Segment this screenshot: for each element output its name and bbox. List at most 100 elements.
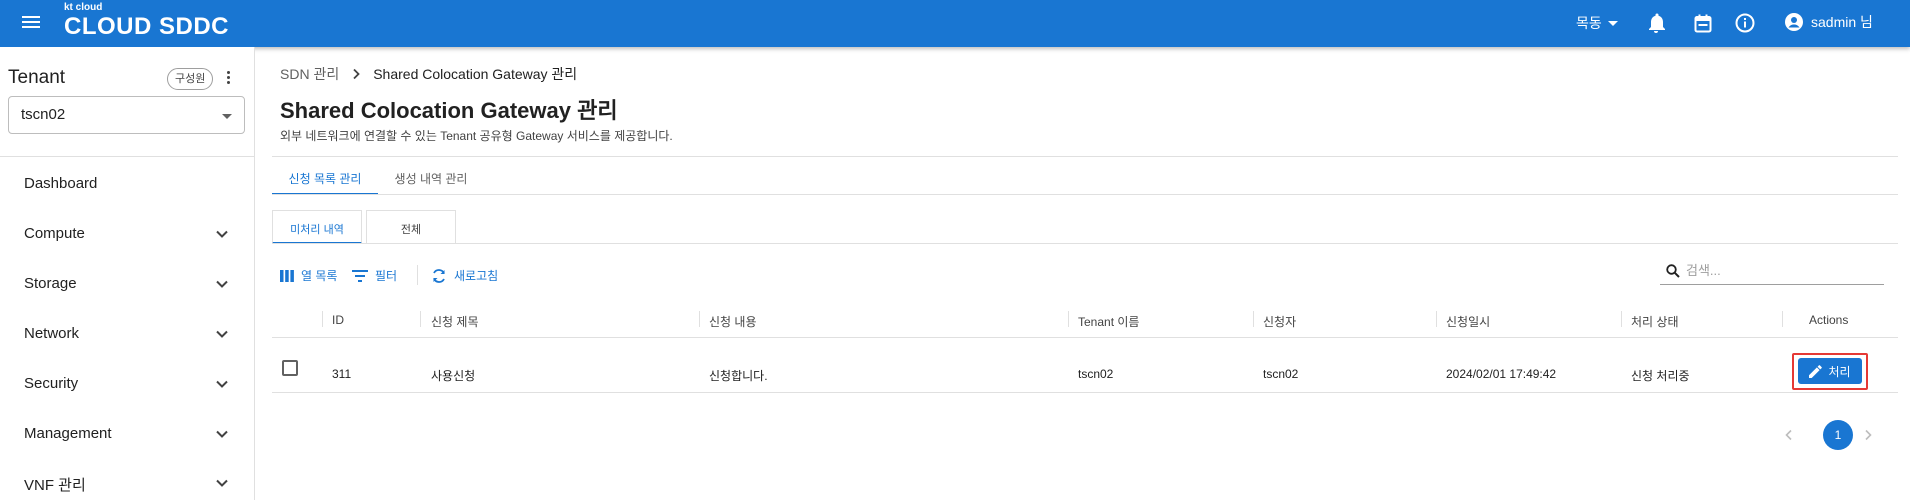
user-name: sadmin 님 bbox=[1811, 14, 1873, 30]
column-separator bbox=[1782, 311, 1783, 327]
refresh-label: 새로고침 bbox=[454, 269, 499, 283]
cell-content: 신청합니다. bbox=[709, 369, 768, 383]
process-button[interactable]: 처리 bbox=[1798, 358, 1862, 384]
breadcrumb-parent[interactable]: SDN 관리 bbox=[280, 64, 339, 84]
column-separator bbox=[699, 311, 700, 327]
column-header-id[interactable]: ID bbox=[332, 313, 344, 327]
row-checkbox[interactable] bbox=[282, 360, 298, 376]
view-column-icon bbox=[280, 269, 294, 282]
cell-id: 311 bbox=[332, 367, 352, 381]
refresh-button[interactable]: 새로고침 bbox=[431, 267, 498, 284]
filter-icon bbox=[352, 269, 368, 282]
search-input[interactable] bbox=[1686, 263, 1866, 278]
subtab-unprocessed[interactable]: 미처리 내역 bbox=[272, 210, 362, 244]
sidebar-item-label: Security bbox=[24, 375, 79, 392]
divider bbox=[272, 194, 1898, 195]
sidebar-item-vnf[interactable]: VNF 관리 bbox=[0, 463, 254, 503]
chevron-down-icon bbox=[216, 380, 228, 388]
columns-label: 열 목록 bbox=[301, 269, 338, 283]
search-field[interactable] bbox=[1660, 257, 1884, 285]
account-icon bbox=[1785, 13, 1803, 31]
toolbar-separator bbox=[417, 265, 418, 285]
caret-down-icon bbox=[222, 114, 232, 119]
sidebar-item-security[interactable]: Security bbox=[0, 364, 254, 404]
filter-label: 필터 bbox=[375, 269, 398, 283]
chevron-right-icon bbox=[353, 68, 360, 80]
sidebar-item-label: Dashboard bbox=[24, 175, 98, 192]
more-vert-icon[interactable] bbox=[224, 70, 232, 88]
tenant-title: Tenant bbox=[8, 67, 66, 88]
chevron-left-icon[interactable] bbox=[1782, 428, 1796, 442]
table-row-divider bbox=[272, 392, 1898, 393]
column-header-date[interactable]: 신청일시 bbox=[1446, 313, 1490, 330]
cell-status: 신청 처리중 bbox=[1631, 369, 1690, 383]
tenant-select-value: tscn02 bbox=[21, 106, 66, 123]
filter-button[interactable]: 필터 bbox=[352, 267, 397, 284]
sidebar-item-label: VNF 관리 bbox=[24, 477, 86, 494]
user-menu[interactable]: sadmin 님 bbox=[1785, 12, 1873, 32]
table-header-divider bbox=[272, 337, 1898, 338]
cell-title: 사용신청 bbox=[431, 369, 476, 383]
column-separator bbox=[420, 311, 421, 327]
sidebar-item-network[interactable]: Network bbox=[0, 314, 254, 354]
region-label: 목동 bbox=[1576, 15, 1602, 31]
chevron-down-icon bbox=[216, 430, 228, 438]
chevron-down-icon bbox=[216, 479, 228, 487]
sidebar-item-label: Storage bbox=[24, 275, 77, 292]
column-separator bbox=[1436, 311, 1437, 327]
chevron-down-icon bbox=[216, 230, 228, 238]
divider bbox=[272, 243, 1898, 244]
column-header-actions: Actions bbox=[1809, 313, 1849, 327]
sidebar-item-dashboard[interactable]: Dashboard bbox=[0, 164, 254, 204]
sidebar-item-compute[interactable]: Compute bbox=[0, 214, 254, 254]
divider bbox=[272, 156, 1898, 157]
edit-icon bbox=[1809, 364, 1823, 378]
app-logo[interactable]: kt cloud CLOUD SDDC bbox=[64, 2, 229, 40]
page-title: Shared Colocation Gateway 관리 bbox=[280, 98, 618, 123]
main-content: SDN 관리 Shared Colocation Gateway 관리 Shar… bbox=[256, 47, 1910, 500]
sidebar-item-label: Management bbox=[24, 425, 112, 442]
sidebar: Tenant 구성원 tscn02 Dashboard Compute Stor… bbox=[0, 47, 255, 500]
refresh-icon bbox=[433, 268, 445, 283]
sidebar-item-label: Compute bbox=[24, 225, 85, 242]
top-app-bar: kt cloud CLOUD SDDC 목동 sadmin 님 bbox=[0, 0, 1910, 47]
chevron-down-icon bbox=[216, 280, 228, 288]
sidebar-item-management[interactable]: Management bbox=[0, 414, 254, 454]
info-icon[interactable] bbox=[1734, 12, 1756, 34]
logo-title: CLOUD SDDC bbox=[64, 13, 229, 40]
column-header-title[interactable]: 신청 제목 bbox=[431, 313, 479, 330]
page-description: 외부 네트워크에 연결할 수 있는 Tenant 공유형 Gateway 서비스… bbox=[280, 129, 673, 143]
chevron-down-icon bbox=[216, 330, 228, 338]
tab-request-list[interactable]: 신청 목록 관리 bbox=[272, 158, 378, 195]
column-header-content[interactable]: 신청 내용 bbox=[709, 313, 757, 330]
sidebar-item-storage[interactable]: Storage bbox=[0, 264, 254, 304]
column-separator bbox=[1068, 311, 1069, 327]
menu-icon[interactable] bbox=[20, 13, 42, 33]
subtab-all[interactable]: 전체 bbox=[366, 210, 456, 244]
cell-date: 2024/02/01 17:49:42 bbox=[1446, 367, 1557, 381]
column-header-applicant[interactable]: 신청자 bbox=[1263, 313, 1296, 330]
column-header-status[interactable]: 처리 상태 bbox=[1631, 313, 1679, 330]
search-icon bbox=[1666, 263, 1680, 278]
sidebar-divider bbox=[0, 156, 255, 157]
bell-icon[interactable] bbox=[1645, 12, 1667, 34]
breadcrumb: SDN 관리 Shared Colocation Gateway 관리 bbox=[280, 64, 577, 84]
column-separator bbox=[322, 311, 323, 327]
chevron-right-icon[interactable] bbox=[1861, 428, 1875, 442]
page-button-current[interactable]: 1 bbox=[1823, 420, 1853, 450]
columns-button[interactable]: 열 목록 bbox=[280, 267, 337, 284]
caret-down-icon bbox=[1607, 20, 1618, 26]
region-selector[interactable]: 목동 bbox=[1576, 13, 1618, 33]
breadcrumb-current: Shared Colocation Gateway 관리 bbox=[373, 66, 578, 82]
tab-creation-history[interactable]: 생성 내역 관리 bbox=[378, 158, 484, 195]
column-separator bbox=[1253, 311, 1254, 327]
column-header-tenant[interactable]: Tenant 이름 bbox=[1078, 313, 1139, 330]
tenant-select[interactable]: tscn02 bbox=[8, 96, 245, 134]
cell-tenant: tscn02 bbox=[1078, 367, 1114, 381]
process-button-label: 처리 bbox=[1828, 364, 1851, 379]
cell-applicant: tscn02 bbox=[1263, 367, 1299, 381]
member-chip[interactable]: 구성원 bbox=[167, 68, 214, 90]
calendar-icon[interactable] bbox=[1692, 12, 1714, 34]
column-separator bbox=[1621, 311, 1622, 327]
sidebar-item-label: Network bbox=[24, 325, 80, 342]
